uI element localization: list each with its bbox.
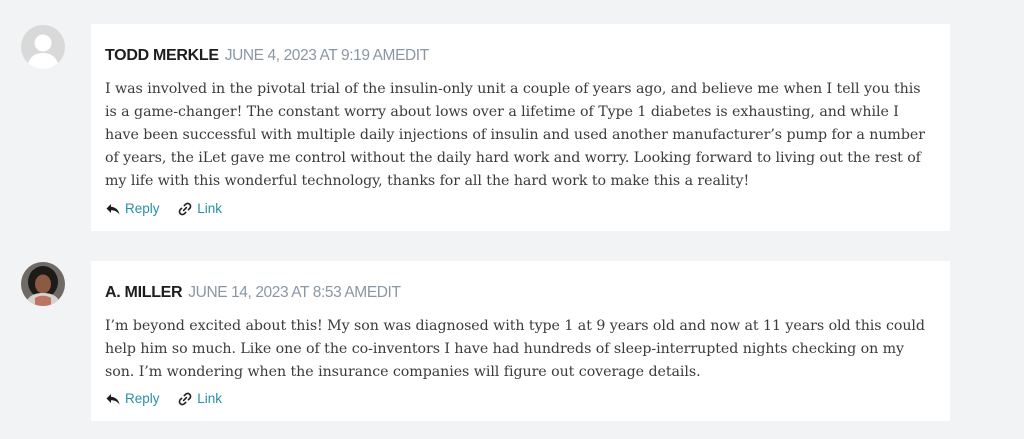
permalink-button[interactable]: Link — [177, 200, 222, 218]
permalink-button[interactable]: Link — [177, 390, 222, 408]
edit-link[interactable]: EDIT — [367, 284, 401, 301]
link-label: Link — [197, 201, 223, 216]
comment-author: TODD MERKLE — [105, 47, 219, 64]
edit-link[interactable]: EDIT — [395, 47, 429, 64]
link-icon — [178, 202, 192, 216]
comment-meta: A. MILLER JUNE 14, 2023 AT 8:53 AMEDIT — [105, 283, 401, 303]
link-icon — [178, 392, 192, 406]
comment-card: A. MILLER JUNE 14, 2023 AT 8:53 AMEDIT I’… — [91, 261, 950, 421]
reply-label: Reply — [125, 391, 160, 406]
reply-button[interactable]: Reply — [105, 200, 160, 218]
link-label: Link — [197, 391, 223, 406]
avatar — [21, 25, 65, 69]
comment-meta: TODD MERKLE JUNE 4, 2023 AT 9:19 AMEDIT — [105, 46, 429, 66]
default-avatar-icon — [21, 25, 65, 69]
comment-text: I was involved in the pivotal trial of t… — [105, 81, 925, 189]
comment-date[interactable]: JUNE 4, 2023 AT 9:19 AM — [225, 47, 396, 64]
comment-text: I’m beyond excited about this! My son wa… — [105, 318, 925, 380]
comment-author: A. MILLER — [105, 284, 183, 301]
reply-icon — [106, 204, 120, 215]
reply-button[interactable]: Reply — [105, 390, 160, 408]
comment-actions: Reply Link — [105, 390, 236, 408]
reply-label: Reply — [125, 201, 160, 216]
comment-card: TODD MERKLE JUNE 4, 2023 AT 9:19 AMEDIT I… — [91, 24, 950, 231]
user-photo-avatar — [21, 262, 65, 306]
comment-date[interactable]: JUNE 14, 2023 AT 8:53 AM — [188, 284, 367, 301]
reply-icon — [106, 394, 120, 405]
avatar — [21, 262, 65, 306]
comment-actions: Reply Link — [105, 200, 236, 218]
